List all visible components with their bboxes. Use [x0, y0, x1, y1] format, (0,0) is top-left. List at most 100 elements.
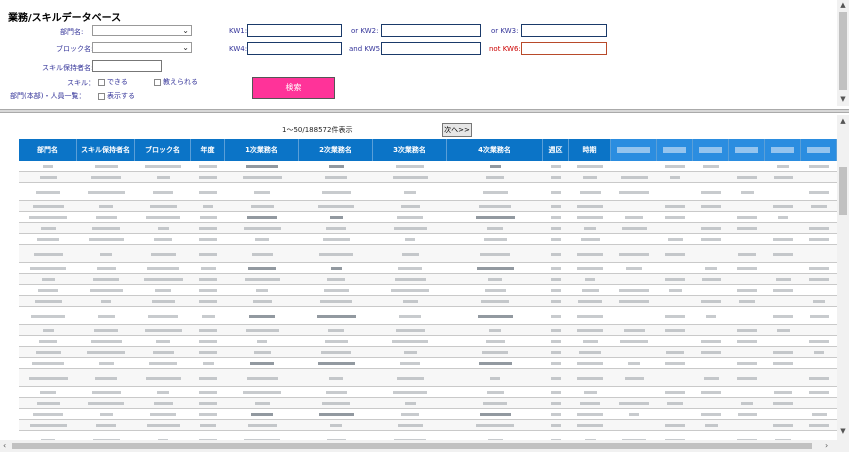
column-header-1[interactable]: 部門名: [19, 139, 77, 161]
table-cell: [242, 176, 282, 179]
table-row[interactable]: [19, 161, 839, 172]
table-cell: [157, 227, 169, 230]
column-header-13[interactable]: [693, 139, 729, 161]
column-header-14[interactable]: [729, 139, 765, 161]
table-row[interactable]: [19, 212, 839, 223]
table-row[interactable]: [19, 263, 839, 274]
scrollbar-thumb[interactable]: [839, 12, 847, 90]
table-row[interactable]: [19, 223, 839, 234]
table-cell: [619, 300, 649, 303]
kw5-input[interactable]: [381, 42, 481, 55]
table-cell: [737, 340, 757, 343]
table-cell: [813, 300, 825, 303]
table-cell: [489, 165, 501, 168]
table-cell: [701, 191, 721, 194]
dept-select[interactable]: ⌄: [92, 25, 192, 36]
display-checkbox[interactable]: [98, 93, 105, 100]
skill-holder-input[interactable]: [92, 60, 162, 72]
top-vertical-scrollbar[interactable]: ▲ ▼: [837, 0, 849, 106]
kw2-label: or KW2:: [351, 27, 379, 35]
table-row[interactable]: [19, 325, 839, 336]
table-row[interactable]: [19, 336, 839, 347]
column-header-8[interactable]: 4次業務名: [447, 139, 543, 161]
table-cell: [156, 176, 170, 179]
kw6-input[interactable]: [521, 42, 607, 55]
table-row[interactable]: [19, 296, 839, 307]
scroll-up-icon[interactable]: ▲: [839, 117, 847, 125]
table-cell: [738, 253, 756, 256]
kw1-input[interactable]: [247, 24, 342, 37]
table-row[interactable]: [19, 420, 839, 431]
column-header-3[interactable]: ブロック名: [135, 139, 191, 161]
column-header-12[interactable]: [657, 139, 693, 161]
table-cell: [149, 362, 177, 365]
column-header-15[interactable]: [765, 139, 801, 161]
table-cell: [737, 176, 757, 179]
kw3-input[interactable]: [521, 24, 607, 37]
table-cell: [247, 424, 277, 427]
scrollbar-thumb[interactable]: [12, 443, 812, 449]
table-row[interactable]: [19, 347, 839, 358]
scroll-left-icon[interactable]: ‹: [3, 440, 6, 452]
column-header-11[interactable]: [611, 139, 657, 161]
horizontal-scrollbar[interactable]: ‹ ›: [0, 440, 849, 452]
column-header-10[interactable]: 時期: [569, 139, 611, 161]
table-cell: [394, 278, 426, 281]
table-cell: [143, 278, 183, 281]
column-header-6[interactable]: 2次業務名: [299, 139, 373, 161]
table-row[interactable]: [19, 358, 839, 369]
column-header-16[interactable]: [801, 139, 837, 161]
scroll-up-icon[interactable]: ▲: [839, 1, 847, 9]
results-table-body: [19, 161, 839, 440]
table-cell: [405, 238, 415, 241]
scroll-right-icon[interactable]: ›: [825, 440, 828, 452]
table-row[interactable]: [19, 172, 839, 183]
table-cell: [148, 315, 178, 318]
table-cell: [88, 238, 124, 241]
table-cell: [99, 413, 113, 416]
table-cell: [551, 377, 561, 380]
table-row[interactable]: [19, 285, 839, 296]
table-row[interactable]: [19, 274, 839, 285]
table-cell: [809, 238, 829, 241]
column-header-7[interactable]: 3次業務名: [373, 139, 447, 161]
table-cell: [551, 176, 561, 179]
table-row[interactable]: [19, 409, 839, 420]
kw4-input[interactable]: [247, 42, 342, 55]
results-vertical-scrollbar[interactable]: ▲ ▼: [837, 115, 849, 441]
column-header-9[interactable]: 週区: [543, 139, 569, 161]
table-row[interactable]: [19, 183, 839, 201]
column-header-4[interactable]: 年度: [191, 139, 225, 161]
scroll-down-icon[interactable]: ▼: [839, 427, 847, 435]
table-row[interactable]: [19, 369, 839, 387]
table-row[interactable]: [19, 431, 839, 440]
table-cell: [478, 362, 512, 365]
table-row[interactable]: [19, 201, 839, 212]
scrollbar-thumb[interactable]: [839, 167, 847, 215]
table-cell: [551, 227, 561, 230]
next-page-button[interactable]: 次へ>>: [442, 123, 472, 137]
table-cell: [246, 377, 278, 380]
skill-teach-checkbox[interactable]: [154, 79, 161, 86]
frame-divider[interactable]: [0, 109, 849, 113]
table-row[interactable]: [19, 245, 839, 263]
table-cell: [809, 391, 829, 394]
table-cell: [254, 191, 270, 194]
table-row[interactable]: [19, 398, 839, 409]
search-button[interactable]: 検索: [252, 77, 335, 99]
table-cell: [94, 165, 118, 168]
skill-can-checkbox[interactable]: [98, 79, 105, 86]
table-row[interactable]: [19, 234, 839, 245]
table-cell: [39, 340, 57, 343]
table-cell: [202, 362, 214, 365]
table-row[interactable]: [19, 387, 839, 398]
scroll-down-icon[interactable]: ▼: [839, 95, 847, 103]
kw2-input[interactable]: [381, 24, 481, 37]
block-select[interactable]: ⌄: [92, 42, 192, 53]
column-header-5[interactable]: 1次業務名: [225, 139, 299, 161]
table-cell: [667, 238, 683, 241]
table-row[interactable]: [19, 307, 839, 325]
column-header-2[interactable]: スキル保持者名: [77, 139, 135, 161]
table-cell: [246, 165, 278, 168]
skill-holder-label: スキル保持者名:: [42, 64, 94, 72]
